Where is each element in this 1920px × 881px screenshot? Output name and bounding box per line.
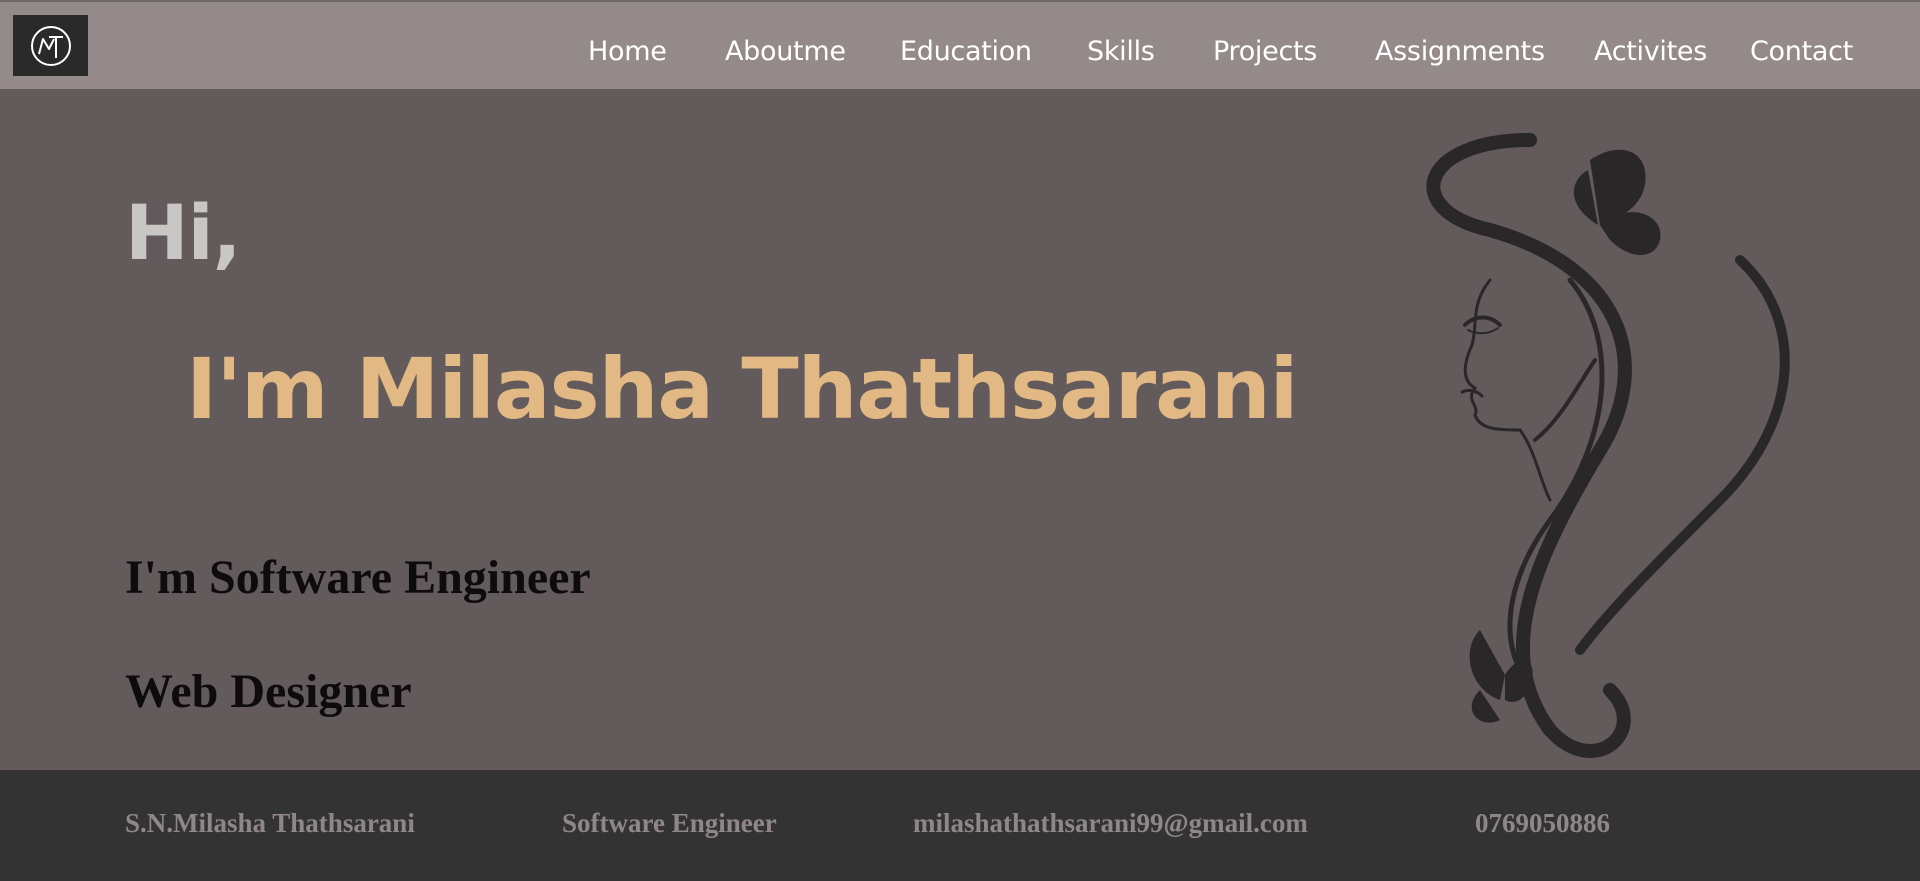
woman-silhouette-illustration: [1426, 133, 1790, 758]
nav-home[interactable]: Home: [588, 36, 667, 67]
nav-skills[interactable]: Skills: [1087, 36, 1155, 67]
footer-title: Software Engineer: [562, 808, 777, 838]
nav-education[interactable]: Education: [900, 36, 1032, 67]
hero-role-software-engineer: I'm Software Engineer: [125, 551, 591, 604]
nav-contact[interactable]: Contact: [1750, 36, 1853, 67]
hero-name: I'm Milasha Thathsarani: [186, 340, 1298, 438]
footer-email[interactable]: milashathathsarani99@gmail.com: [913, 808, 1308, 839]
butterfly-icon: [1573, 149, 1661, 255]
nav-assignments[interactable]: Assignments: [1375, 36, 1545, 67]
nav-projects[interactable]: Projects: [1213, 36, 1317, 67]
hero-greeting: Hi,: [125, 188, 242, 277]
top-navbar: Home Aboutme Education Skills Projects A…: [0, 0, 1920, 89]
footer-phone[interactable]: 0769050886: [1475, 808, 1610, 839]
hero-role-web-designer: Web Designer: [125, 665, 412, 718]
footer-full-name: S.N.Milasha Thathsarani: [125, 808, 415, 838]
nav-menu: Home Aboutme Education Skills Projects A…: [0, 2, 1920, 91]
nav-aboutme[interactable]: Aboutme: [725, 36, 846, 67]
nav-activites[interactable]: Activites: [1594, 36, 1707, 67]
footer: S.N.Milasha Thathsarani Software Enginee…: [0, 770, 1920, 881]
